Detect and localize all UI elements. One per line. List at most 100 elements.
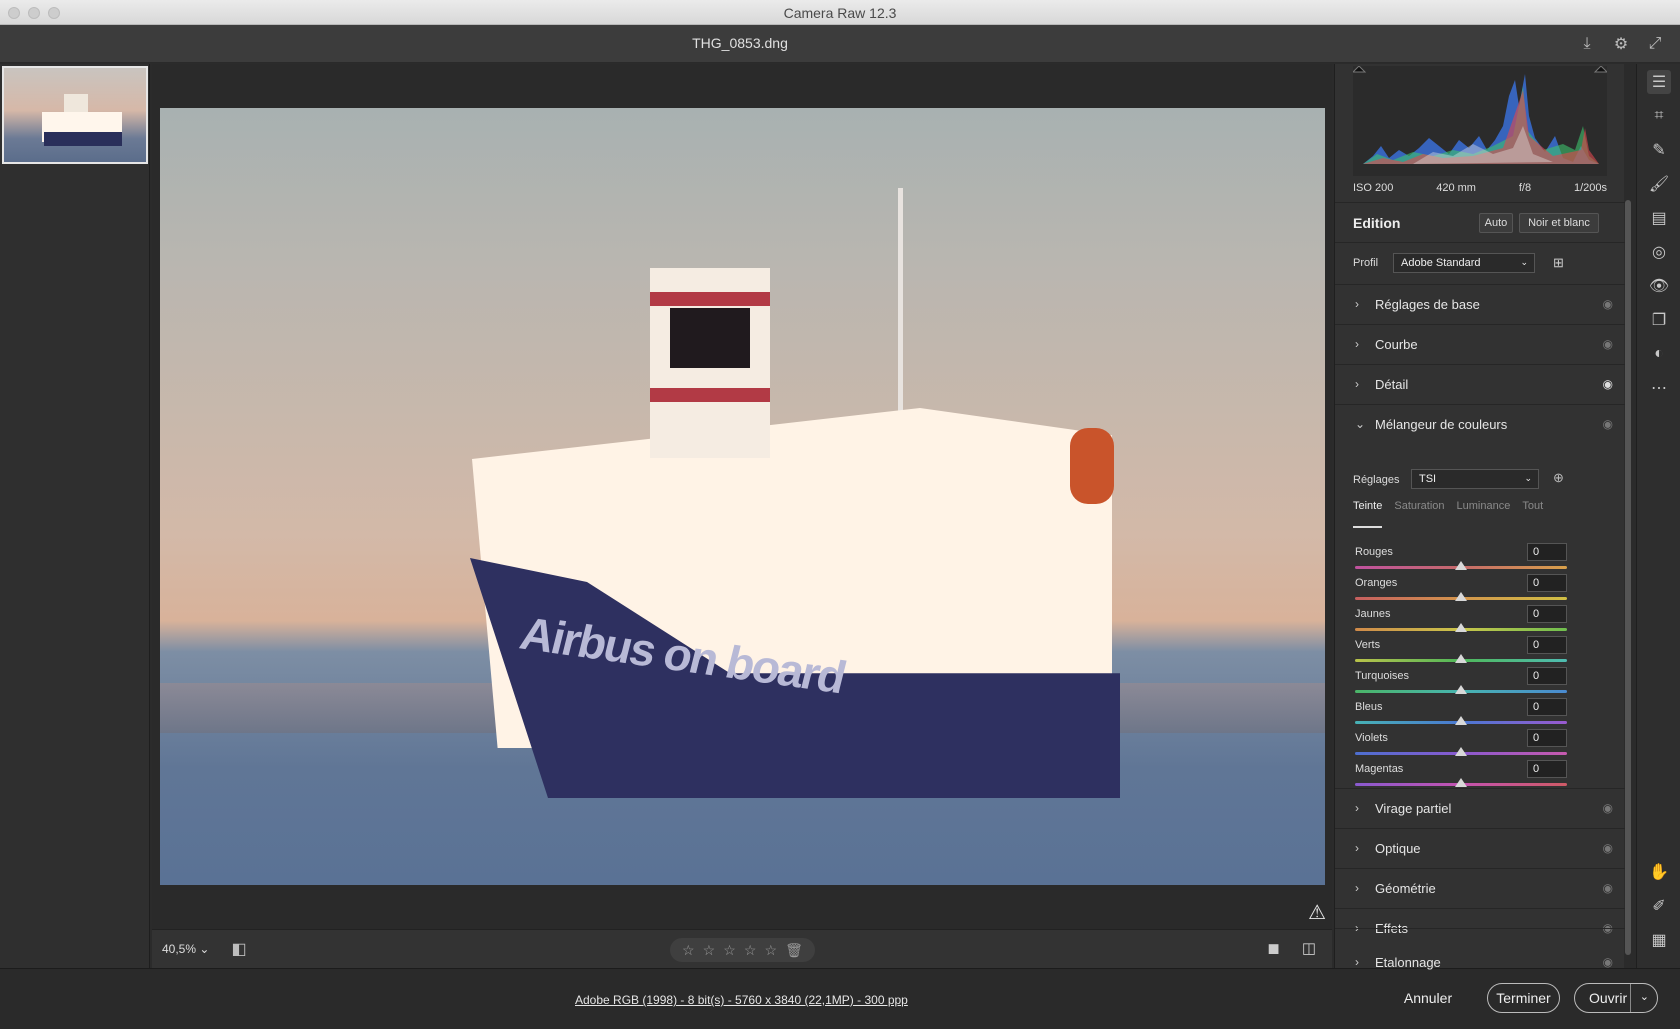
exif-aperture: f/8 xyxy=(1518,182,1532,194)
mixer-tabs: Teinte Saturation Luminance Tout xyxy=(1353,500,1543,528)
tab-all[interactable]: Tout xyxy=(1522,500,1543,528)
eye-icon[interactable]: ◉ xyxy=(1603,841,1613,855)
photo-preview[interactable]: Airbus on board xyxy=(160,108,1325,885)
tool-strip: ☰ ⌗ ✎ 🖌 ▤ ◎ 👁 ❐ ◐ ⋯ ✋ ✐ ▦ xyxy=(1636,64,1680,968)
profile-select[interactable]: Adobe Standard ⌄ xyxy=(1393,253,1535,273)
chevron-down-icon[interactable]: ⌄ xyxy=(1640,990,1649,1003)
gear-icon[interactable]: ⚙ xyxy=(1610,33,1632,55)
slider-handle[interactable] xyxy=(1455,592,1467,601)
edit-panel: ISO 200 420 mm f/8 1/200s Edition Auto N… xyxy=(1334,64,1625,970)
grid-icon[interactable]: ▦ xyxy=(1647,928,1671,952)
histogram xyxy=(1351,65,1609,176)
chevron-down-icon: ⌄ xyxy=(1520,257,1528,267)
trash-icon[interactable]: 🗑 xyxy=(785,942,803,959)
slider-reds[interactable]: Rouges 0 xyxy=(1355,543,1567,576)
healing-brush-icon[interactable]: ✎ xyxy=(1647,138,1671,162)
tab-luminance[interactable]: Luminance xyxy=(1457,500,1511,528)
slider-handle[interactable] xyxy=(1455,654,1467,663)
footer: Adobe RGB (1998) - 8 bit(s) - 5760 x 384… xyxy=(0,968,1680,1029)
slider-handle[interactable] xyxy=(1455,747,1467,756)
eye-icon[interactable]: ◉ xyxy=(1603,297,1613,311)
star-icon[interactable]: ☆ xyxy=(744,942,757,959)
section-curve[interactable]: › Courbe ◉ xyxy=(1335,324,1625,364)
slider-handle[interactable] xyxy=(1455,685,1467,694)
profile-label: Profil xyxy=(1353,257,1379,269)
exif-info: ISO 200 420 mm f/8 1/200s xyxy=(1353,182,1607,194)
auto-button[interactable]: Auto xyxy=(1479,212,1513,233)
eye-icon[interactable]: ◉ xyxy=(1603,377,1613,391)
red-eye-icon[interactable]: 👁 xyxy=(1647,274,1671,298)
adjust-select[interactable]: TSI ⌄ xyxy=(1411,469,1539,489)
section-geometry[interactable]: › Géométrie ◉ xyxy=(1335,868,1625,908)
chevron-right-icon: › xyxy=(1355,881,1359,895)
fullscreen-icon[interactable]: ⤢ xyxy=(1644,33,1666,55)
target-adjust-icon[interactable]: ⊕ xyxy=(1553,470,1564,486)
zoom-level[interactable]: 40,5% ⌄ xyxy=(162,942,209,956)
slider-blues[interactable]: Bleus 0 xyxy=(1355,698,1567,731)
eye-icon[interactable]: ◉ xyxy=(1603,417,1613,431)
thumbnail[interactable] xyxy=(2,66,148,164)
section-optics[interactable]: › Optique ◉ xyxy=(1335,828,1625,868)
slider-oranges[interactable]: Oranges 0 xyxy=(1355,574,1567,607)
open-button[interactable]: Ouvrir ⌄ xyxy=(1574,983,1658,1013)
slider-handle[interactable] xyxy=(1455,561,1467,570)
bw-button[interactable]: Noir et blanc xyxy=(1519,212,1599,233)
workflow-options-link[interactable]: Adobe RGB (1998) - 8 bit(s) - 5760 x 384… xyxy=(575,993,908,1007)
tab-hue[interactable]: Teinte xyxy=(1353,500,1383,528)
slider-handle[interactable] xyxy=(1455,778,1467,787)
exif-shutter: 1/200s xyxy=(1573,182,1607,194)
star-icon[interactable]: ☆ xyxy=(682,942,695,959)
filmstrip-toggle-icon[interactable]: ◧ xyxy=(228,938,250,960)
tab-saturation[interactable]: Saturation xyxy=(1394,500,1444,528)
graduated-filter-icon[interactable]: ▤ xyxy=(1647,206,1671,230)
image-viewer[interactable]: Airbus on board ⚠ xyxy=(152,64,1332,929)
edition-title: Edition xyxy=(1353,214,1401,231)
chevron-right-icon: › xyxy=(1355,841,1359,855)
presets-icon[interactable]: ◐ xyxy=(1647,342,1671,366)
section-split-toning[interactable]: › Virage partiel ◉ xyxy=(1335,788,1625,828)
cancel-button[interactable]: Annuler xyxy=(1388,983,1468,1013)
open-button-label: Ouvrir xyxy=(1589,990,1628,1006)
radial-filter-icon[interactable]: ◎ xyxy=(1647,240,1671,264)
eye-icon[interactable]: ◉ xyxy=(1603,881,1613,895)
profile-browser-icon[interactable]: ⊞ xyxy=(1553,255,1564,271)
adjust-label: Réglages xyxy=(1353,474,1400,486)
star-icon[interactable]: ☆ xyxy=(723,942,736,959)
crop-icon[interactable]: ⌗ xyxy=(1647,104,1671,128)
snapshots-icon[interactable]: ❐ xyxy=(1647,308,1671,332)
exif-focal: 420 mm xyxy=(1436,182,1476,194)
profile-row: Profil Adobe Standard ⌄ ⊞ xyxy=(1335,242,1625,284)
slider-handle[interactable] xyxy=(1455,716,1467,725)
hand-icon[interactable]: ✋ xyxy=(1647,860,1671,884)
panel-scrollbar[interactable] xyxy=(1625,200,1631,955)
section-basic[interactable]: › Réglages de base ◉ xyxy=(1335,284,1625,324)
more-icon[interactable]: ⋯ xyxy=(1647,376,1671,400)
slider-yellows[interactable]: Jaunes 0 xyxy=(1355,605,1567,638)
section-calibration[interactable]: › Etalonnage ◉ xyxy=(1335,928,1625,970)
slider-purples[interactable]: Violets 0 xyxy=(1355,729,1567,762)
window-titlebar: Camera Raw 12.3 xyxy=(0,0,1680,25)
section-color-mixer[interactable]: ⌄ Mélangeur de couleurs ◉ xyxy=(1335,404,1625,444)
save-icon[interactable]: ⤓ xyxy=(1576,33,1598,55)
slider-greens[interactable]: Verts 0 xyxy=(1355,636,1567,669)
slider-aquas[interactable]: Turquoises 0 xyxy=(1355,667,1567,700)
section-detail[interactable]: › Détail ◉ xyxy=(1335,364,1625,404)
eye-icon[interactable]: ◉ xyxy=(1603,801,1613,815)
chevron-down-icon: ⌄ xyxy=(1524,473,1532,483)
eye-icon[interactable]: ◉ xyxy=(1603,955,1613,969)
color-sampler-icon[interactable]: ✐ xyxy=(1647,894,1671,918)
done-button[interactable]: Terminer xyxy=(1487,983,1560,1013)
single-view-icon[interactable]: ◼ xyxy=(1267,939,1279,957)
slider-handle[interactable] xyxy=(1455,623,1467,632)
chevron-right-icon: › xyxy=(1355,801,1359,815)
eye-icon[interactable]: ◉ xyxy=(1603,337,1613,351)
highlight-clipping-icon xyxy=(1593,65,1609,73)
warning-icon[interactable]: ⚠ xyxy=(1308,900,1326,925)
chevron-right-icon: › xyxy=(1355,955,1359,969)
before-after-icon[interactable]: ◫ xyxy=(1302,939,1316,957)
edit-sliders-icon[interactable]: ☰ xyxy=(1647,70,1671,94)
file-bar: THG_0853.dng ⤓ ⚙ ⤢ xyxy=(0,25,1680,63)
adjustment-brush-icon[interactable]: 🖌 xyxy=(1647,172,1671,196)
star-icon[interactable]: ☆ xyxy=(765,942,778,959)
star-icon[interactable]: ☆ xyxy=(703,942,716,959)
